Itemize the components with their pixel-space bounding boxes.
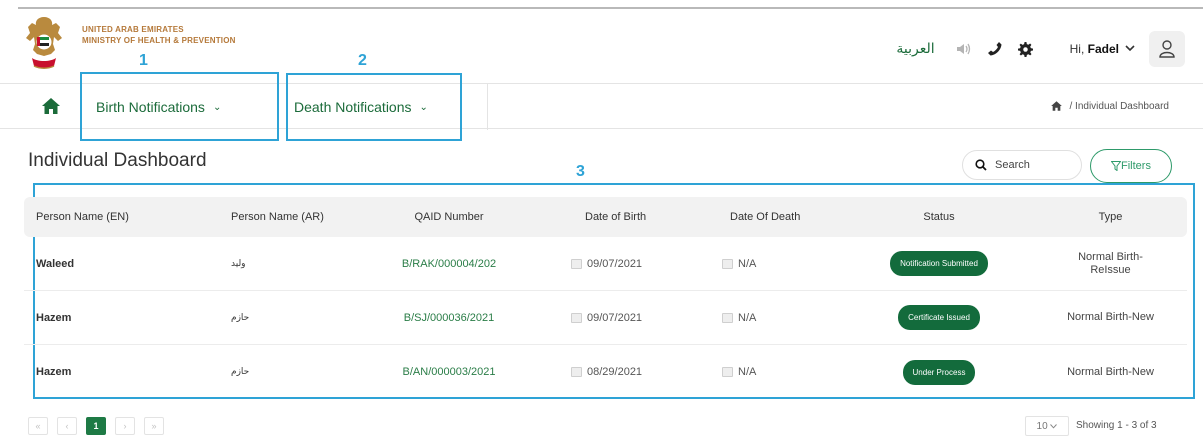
cell-dob: 09/07/2021: [539, 312, 694, 324]
cell-dob: 09/07/2021: [539, 258, 694, 270]
page-size-select[interactable]: 10: [1025, 416, 1069, 436]
user-icon: [1159, 40, 1175, 58]
column-header[interactable]: Date of Birth: [539, 211, 694, 223]
cell-name-en: Waleed: [36, 257, 75, 270]
search-box[interactable]: [962, 150, 1082, 180]
filters-button[interactable]: Filters: [1090, 149, 1172, 183]
page-size-value: 10: [1036, 420, 1048, 432]
page-button-current[interactable]: 1: [86, 417, 106, 435]
column-header[interactable]: QAID Number: [359, 211, 539, 223]
ministry-line-1: UNITED ARAB EMIRATES: [82, 25, 184, 34]
dod-value: N/A: [738, 311, 757, 324]
gear-icon[interactable]: [1017, 40, 1035, 58]
type-line-2: ReIssue: [1090, 263, 1131, 276]
calendar-icon: [722, 367, 733, 377]
dod-value: N/A: [738, 257, 757, 270]
dod-value: N/A: [738, 366, 757, 378]
first-page-button[interactable]: «: [28, 417, 48, 435]
cell-name-en: Hazem: [36, 311, 72, 324]
greeting-prefix: Hi,: [1069, 42, 1085, 56]
cell-qaid-link[interactable]: B/AN/000003/2021: [359, 366, 539, 378]
cell-qaid-link[interactable]: B/RAK/000004/202: [359, 258, 539, 270]
column-header[interactable]: Person Name (AR): [174, 211, 359, 223]
user-name: Fadel: [1087, 42, 1119, 56]
home-icon[interactable]: [40, 96, 62, 116]
chevron-down-icon: [1050, 423, 1058, 429]
cell-name-en: Hazem: [36, 366, 72, 378]
cell-dod: N/A: [694, 258, 844, 270]
cell-type: Normal Birth-New: [1034, 366, 1187, 379]
page-title: Individual Dashboard: [28, 150, 207, 171]
status-badge: Certificate Issued: [898, 305, 980, 330]
user-menu-button[interactable]: [1149, 31, 1185, 67]
records-table: Person Name (EN) Person Name (AR) QAID N…: [24, 197, 1187, 399]
status-badge: Under Process: [902, 359, 976, 385]
top-divider: [18, 7, 1203, 9]
table-row[interactable]: Hazem حازم B/AN/000003/2021 08/29/2021 N…: [24, 345, 1187, 399]
column-header[interactable]: Status: [844, 211, 1034, 223]
chevron-down-icon[interactable]: [1125, 43, 1135, 55]
annotation-box-2: [286, 73, 462, 141]
cell-status: Notification Submitted: [844, 251, 1034, 276]
filter-icon: [1111, 161, 1122, 171]
header-actions: العربية Hi, Fadel: [896, 31, 1185, 67]
phone-icon[interactable]: [986, 40, 1004, 58]
annotation-label-3: 3: [576, 163, 585, 180]
cell-name-ar: حازم: [231, 367, 250, 377]
cell-name-ar: حازم: [231, 312, 250, 323]
dob-value: 09/07/2021: [587, 257, 643, 270]
user-greeting[interactable]: Hi, Fadel: [1070, 42, 1119, 56]
type-line-1: Normal Birth-New: [1067, 311, 1154, 323]
uae-emblem-logo[interactable]: [24, 14, 64, 72]
cell-qaid-link[interactable]: B/SJ/000036/2021: [359, 312, 539, 324]
calendar-icon: [571, 367, 582, 377]
cell-type: Normal Birth-New: [1034, 311, 1187, 324]
ministry-line-2: MINISTRY OF HEALTH & PREVENTION: [82, 36, 236, 45]
annotation-label-1: 1: [139, 52, 148, 69]
prev-page-button[interactable]: ‹: [57, 417, 77, 435]
calendar-icon: [722, 258, 733, 269]
calendar-icon: [722, 312, 733, 323]
column-header[interactable]: Person Name (EN): [24, 211, 174, 223]
calendar-icon: [571, 258, 582, 269]
ministry-name: UNITED ARAB EMIRATES MINISTRY OF HEALTH …: [82, 24, 236, 46]
table-row[interactable]: Hazem حازم B/SJ/000036/2021 09/07/2021 N…: [24, 291, 1187, 345]
calendar-icon: [571, 312, 582, 323]
status-badge: Notification Submitted: [890, 251, 988, 276]
next-page-button[interactable]: ›: [115, 417, 135, 435]
column-header[interactable]: Type: [1034, 211, 1187, 224]
filters-label: Filters: [1121, 160, 1151, 172]
arabic-language-link[interactable]: العربية: [896, 41, 934, 57]
annotation-box-1: [80, 72, 279, 141]
column-header[interactable]: Date Of Death: [694, 211, 844, 223]
cell-dob: 08/29/2021: [539, 366, 694, 378]
table-header: Person Name (EN) Person Name (AR) QAID N…: [24, 197, 1187, 237]
dob-value: 09/07/2021: [587, 311, 643, 324]
cell-status: Under Process: [844, 359, 1034, 385]
annotation-label-2: 2: [358, 52, 367, 69]
breadcrumb-home-icon[interactable]: [1050, 100, 1063, 112]
breadcrumb: / Individual Dashboard: [1050, 100, 1169, 112]
results-summary: Showing 1 - 3 of 3: [1076, 420, 1157, 431]
type-line-1: Normal Birth-New: [1067, 365, 1154, 378]
breadcrumb-current: Individual Dashboard: [1075, 100, 1169, 112]
cell-type: Normal Birth- ReIssue: [1034, 251, 1187, 277]
table-row[interactable]: Waleed وليد B/RAK/000004/202 09/07/2021 …: [24, 237, 1187, 291]
speaker-icon[interactable]: [955, 40, 973, 58]
last-page-button[interactable]: »: [144, 417, 164, 435]
cell-status: Certificate Issued: [844, 305, 1034, 330]
search-input[interactable]: [995, 159, 1075, 171]
pagination: « ‹ 1 › »: [28, 417, 173, 435]
dob-value: 08/29/2021: [587, 366, 643, 378]
cell-dod: N/A: [694, 366, 844, 378]
cell-dod: N/A: [694, 312, 844, 324]
cell-name-ar: وليد: [231, 258, 246, 269]
nav-divider: [487, 84, 488, 130]
breadcrumb-separator: /: [1069, 100, 1073, 112]
type-line-1: Normal Birth-: [1078, 250, 1143, 263]
search-icon: [975, 159, 987, 171]
